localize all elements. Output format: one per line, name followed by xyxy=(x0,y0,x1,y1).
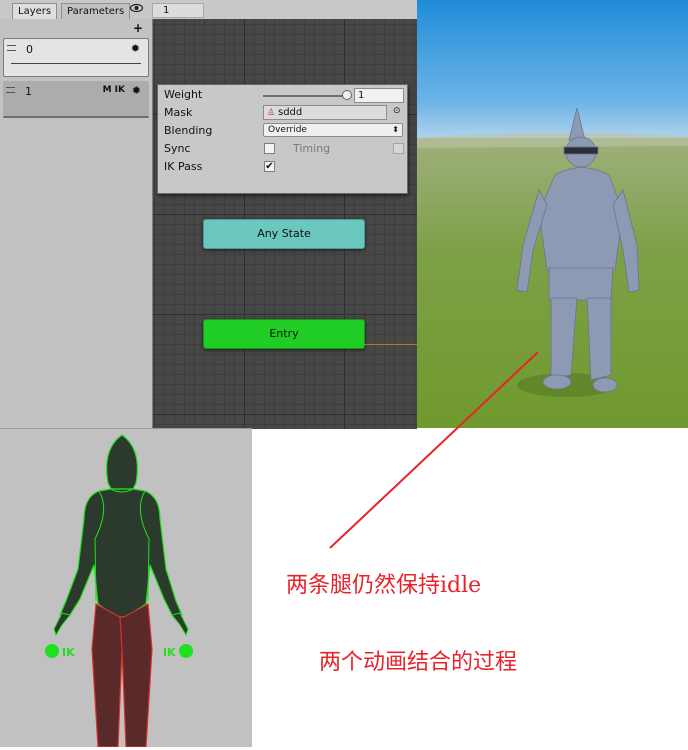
weight-label: Weight xyxy=(164,88,203,101)
mask-value: sddd xyxy=(278,107,303,118)
tab-parameters[interactable]: Parameters xyxy=(61,3,131,19)
timing-label: Timing xyxy=(293,142,331,155)
scene-view[interactable] xyxy=(417,0,688,428)
timing-checkbox[interactable] xyxy=(393,143,404,154)
gear-icon[interactable]: ✹ xyxy=(131,42,140,55)
avatar-right-leg xyxy=(119,603,153,748)
avatar-mask-panel: IK IK xyxy=(0,428,252,748)
annotation-text-2: 两个动画结合的过程 xyxy=(319,650,518,675)
layer-item-0[interactable]: 0 ✹ xyxy=(3,38,149,77)
weight-input[interactable]: 1 xyxy=(354,88,404,103)
avatar-torso xyxy=(59,488,183,618)
dropdown-arrow-icon: ⬍ xyxy=(392,125,399,134)
ik-left-hand-dot xyxy=(45,644,59,658)
breadcrumb[interactable]: 1 xyxy=(152,3,204,18)
state-machine-graph[interactable]: Any State Entry xyxy=(153,19,419,429)
eye-icon[interactable] xyxy=(129,3,144,16)
avatar-left-leg xyxy=(91,603,125,748)
layer-name: 0 xyxy=(26,43,33,56)
plus-icon[interactable]: + xyxy=(133,21,143,35)
object-picker-icon[interactable]: ⊙ xyxy=(393,106,401,116)
layer-flags: M IK xyxy=(102,85,125,95)
transition-line[interactable] xyxy=(364,344,419,345)
scene-render xyxy=(417,0,688,428)
layers-panel: + 0 ✹ 1 M IK ✹ xyxy=(0,19,153,429)
weight-slider-knob[interactable] xyxy=(342,90,352,100)
ik-left-label: IK xyxy=(62,646,75,659)
avatar-head xyxy=(106,434,138,490)
layer-settings-popup: Weight 1 Mask ♙ sddd ⊙ Blending Override… xyxy=(157,84,408,194)
blending-dropdown[interactable]: Override ⬍ xyxy=(263,123,403,137)
mask-label: Mask xyxy=(164,106,193,119)
blending-value: Override xyxy=(268,125,307,135)
annotation-text-1: 两条腿仍然保持idle xyxy=(286,573,482,598)
blending-label: Blending xyxy=(164,124,213,137)
layer-weight-bar xyxy=(11,63,141,64)
ik-pass-checkbox[interactable]: ✔ xyxy=(264,161,275,172)
entry-node[interactable]: Entry xyxy=(203,319,365,349)
sync-checkbox[interactable] xyxy=(264,143,275,154)
animator-toolbar: Layers Parameters 1 xyxy=(0,0,417,20)
ik-pass-label: IK Pass xyxy=(164,160,203,173)
sync-label: Sync xyxy=(164,142,191,155)
any-state-node[interactable]: Any State xyxy=(203,219,365,249)
weight-slider[interactable] xyxy=(263,95,347,97)
drag-handle-icon[interactable] xyxy=(7,45,16,51)
drag-handle-icon[interactable] xyxy=(6,87,15,93)
ik-right-hand-dot xyxy=(179,644,193,658)
tab-layers[interactable]: Layers xyxy=(12,3,58,19)
avatar-body-diagram[interactable]: IK IK xyxy=(0,429,252,748)
mask-field[interactable]: ♙ sddd xyxy=(263,105,387,120)
layer-name: 1 xyxy=(25,85,32,98)
avatar-mask-icon: ♙ xyxy=(267,108,276,118)
layer-item-1[interactable]: 1 M IK ✹ xyxy=(3,81,149,118)
ik-right-label: IK xyxy=(163,646,176,659)
gear-icon[interactable]: ✹ xyxy=(132,84,141,97)
